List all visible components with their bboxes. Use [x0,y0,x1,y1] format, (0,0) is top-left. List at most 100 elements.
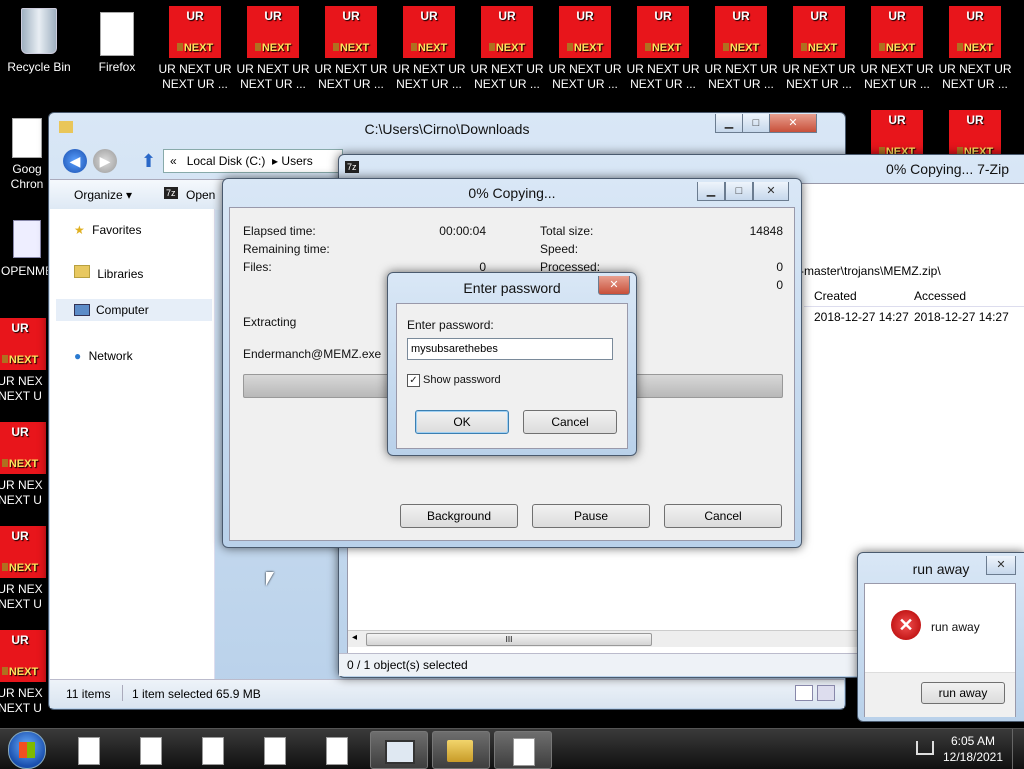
ur-next-shortcut[interactable]: UR NEXT UR NEXT UR NEXT UR ... [858,6,936,92]
ur-next-shortcut[interactable]: UR NEXT UR NEX NEXT U [0,422,52,508]
maximize-button[interactable]: □ [742,114,770,133]
taskbar-item-7zip[interactable] [370,731,428,769]
error-message: run away [931,620,980,634]
close-button[interactable]: ✕ [598,276,630,295]
tile-top-text: UR [11,321,29,335]
firefox-shortcut[interactable]: Firefox [78,6,156,75]
ur-next-shortcut[interactable]: UR NEXT UR NEX NEXT U [0,318,52,404]
start-button[interactable] [8,731,46,769]
minimize-button[interactable]: ▁ [697,182,725,201]
ur-next-icon: UR NEXT [715,6,767,58]
view-preview-icon[interactable] [817,685,835,701]
taskbar-item[interactable] [122,731,178,767]
document-icon [326,737,348,765]
tile-top-text: UR [966,9,984,23]
ur-next-shortcut[interactable]: UR NEXT UR NEXT UR NEXT UR ... [624,6,702,92]
column-accessed[interactable]: Accessed [914,289,966,303]
ur-next-shortcut[interactable]: UR NEXT UR NEXT UR NEXT UR ... [936,6,1014,92]
ur-next-shortcut[interactable]: UR NEXT UR NEXT UR NEXT UR ... [390,6,468,92]
nav-item-network[interactable]: ● Network [74,349,133,363]
column-created[interactable]: Created [814,289,857,303]
table-row[interactable]: 2018-12-27 14:27 2018-12-27 14:27 [804,308,1024,326]
close-button[interactable]: ✕ [986,556,1016,575]
desktop-icon-label: UR NEX NEXT U [0,686,43,715]
clock[interactable]: 6:05 AM 12/18/2021 [938,733,1008,765]
ur-next-shortcut[interactable]: UR NEXT UR NEXT UR NEXT UR ... [780,6,858,92]
tile-bottom-text: NEXT [793,41,845,56]
ur-next-shortcut[interactable]: UR NEXT UR NEX NEXT U [0,526,52,612]
taskbar-item[interactable] [308,731,364,767]
ur-next-shortcut[interactable]: UR NEXT UR NEXT UR NEXT UR ... [546,6,624,92]
breadcrumb-overflow[interactable]: « [170,154,177,168]
close-button[interactable]: ✕ [753,182,789,201]
nav-item-libraries[interactable]: Libraries [74,265,143,281]
minimize-button[interactable]: ▁ [715,114,743,133]
taskbar-item-explorer[interactable] [432,731,490,769]
breadcrumb-users[interactable]: Users [281,154,312,168]
nav-label: Network [88,349,133,363]
taskbar-item[interactable] [60,731,116,767]
tile-bottom-text: NEXT [715,41,767,56]
scroll-left-icon[interactable]: ◂ [352,632,357,643]
back-button[interactable]: ◀ [63,149,87,173]
document-icon [13,220,41,258]
ok-button[interactable]: OK [415,410,509,434]
ur-next-shortcut[interactable]: UR NEXT UR NEXT UR NEXT UR ... [156,6,234,92]
taskbar-item[interactable] [184,731,240,767]
taskbar-item[interactable] [494,731,552,769]
ur-next-shortcut[interactable]: UR NEXT UR NEX NEXT U [0,630,52,716]
show-password-checkbox[interactable]: ✓ [407,374,420,387]
tile-top-text: UR [186,9,204,23]
pause-button[interactable]: Pause [532,504,650,528]
column-headers: Created Accessed [804,284,1024,307]
desktop-icon-label: UR NEXT UR NEXT UR ... [236,62,310,91]
show-desktop-button[interactable] [1012,729,1024,769]
address-bar[interactable]: « Local Disk (C:) ▸ Users [163,149,343,173]
background-button[interactable]: Background [400,504,518,528]
desktop-icon-label: UR NEXT UR NEXT UR ... [548,62,622,91]
cancel-button[interactable]: Cancel [523,410,617,434]
stat-value: 14848 [749,224,783,238]
nav-item-computer[interactable]: Computer [56,299,212,321]
desktop-icon-label: Goog Chron [10,162,44,191]
forward-button[interactable]: ▶ [93,149,117,173]
stat-label: Files: [243,260,272,274]
network-tray-icon[interactable] [916,741,934,755]
window-icon [385,740,415,764]
ur-next-icon: UR NEXT [0,630,46,682]
ur-next-shortcut[interactable]: UR NEXT UR NEXT UR NEXT UR ... [234,6,312,92]
tile-bottom-text: NEXT [0,353,46,368]
extracting-label: Extracting [243,315,297,329]
ur-next-icon: UR NEXT [325,6,377,58]
ur-next-shortcut[interactable]: UR NEXT UR NEXT UR NEXT UR ... [468,6,546,92]
cancel-button[interactable]: Cancel [664,504,782,528]
ur-next-shortcut[interactable]: UR NEXT UR NEXT UR NEXT UR ... [312,6,390,92]
desktop-icon-label: Recycle Bin [7,60,71,74]
password-label: Enter password: [407,318,494,332]
breadcrumb-local-disk[interactable]: Local Disk (C:) [187,154,266,168]
organize-menu[interactable]: Organize ▾ [74,188,132,202]
runaway-dialog: run away ✕ ✕ run away run away [857,552,1024,722]
up-icon[interactable]: ⬆ [141,151,156,172]
ur-next-shortcut[interactable]: UR NEXT UR NEXT UR NEXT UR ... [702,6,780,92]
maximize-button[interactable]: □ [725,182,753,201]
tile-bottom-text: NEXT [949,41,1001,56]
tile-top-text: UR [654,9,672,23]
ur-next-icon: UR NEXT [0,526,46,578]
breadcrumb: « Local Disk (C:) ▸ Users [170,154,313,168]
horizontal-scrollbar[interactable]: ◂ III [348,630,858,647]
view-details-icon[interactable] [795,685,813,701]
nav-item-favorites[interactable]: ★ Favorites [74,223,141,237]
show-password-label[interactable]: Show password [423,374,501,386]
close-button[interactable]: ✕ [769,114,817,133]
password-input[interactable] [407,338,613,360]
document-icon [78,737,100,765]
tile-bottom-text: NEXT [0,561,46,576]
open-button[interactable]: Open [186,188,215,202]
nav-label: Computer [96,303,149,317]
recycle-bin-shortcut[interactable]: Recycle Bin [0,6,78,75]
runaway-button[interactable]: run away [921,682,1005,704]
scroll-thumb[interactable]: III [366,633,652,646]
taskbar-item[interactable] [246,731,302,767]
selection-info: 1 item selected 65.9 MB [132,687,261,701]
